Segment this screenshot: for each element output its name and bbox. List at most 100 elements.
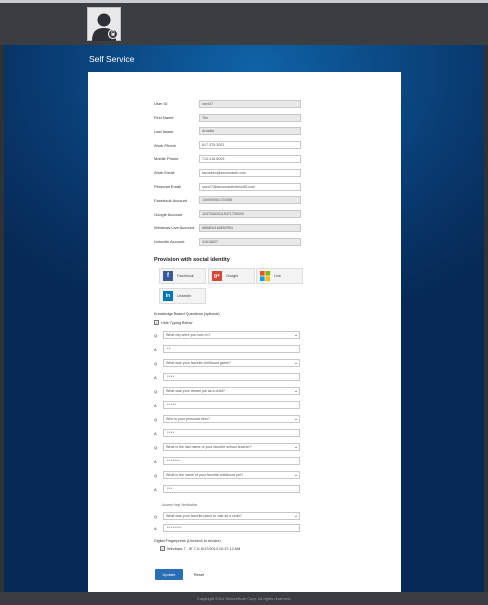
kba-question-select[interactable]: What is the last name of your favorite s… — [163, 443, 300, 451]
kba-answer-input[interactable]: ***** — [163, 401, 300, 409]
special-question-select[interactable]: What was your favorite place to visit as… — [163, 512, 300, 520]
question-text: What was your favorite place to visit as… — [166, 514, 242, 518]
field-row: Windows Live Account 6f6683c1b5692994 — [154, 222, 374, 234]
q-prefix: Q — [154, 360, 158, 366]
kba-answer-input[interactable]: **** — [163, 429, 300, 437]
footer: Copyright 2014 SecureAuth Corp. All righ… — [0, 592, 488, 605]
field-label: Google Account — [154, 211, 183, 217]
kba-answer-row: A **** — [154, 373, 300, 381]
special-answer-row: A ******** — [154, 524, 300, 532]
kba-question-row: Q What is the last name of your favorite … — [154, 443, 300, 451]
kba-question-select[interactable]: What city were you born in? ⌄ — [163, 331, 300, 339]
kba-question-row: Q What was your dream job as a child? ⌄ — [154, 387, 300, 395]
facebook-account-field: 100009061724386 — [199, 196, 301, 205]
live-label: Live — [274, 274, 281, 278]
field-row: Google Account 103754634115371758309 — [154, 208, 374, 220]
chevron-down-icon: ⌄ — [293, 416, 299, 422]
kba-answer-input[interactable]: ** — [163, 345, 300, 353]
chevron-down-icon: ⌄ — [293, 388, 299, 394]
page-title: Self Service — [89, 54, 135, 64]
live-button[interactable]: Live — [256, 268, 303, 284]
linkedin-icon: in — [163, 291, 173, 301]
self-service-panel: User ID user27 First Name Tim Last Name Arc… — [88, 72, 401, 592]
field-row: First Name Tim — [154, 112, 374, 124]
a-prefix: A — [154, 525, 157, 531]
kba-question-row: Q What is the name of your favorite child… — [154, 471, 300, 479]
fingerprints-title: Digital Fingerprints (Uncheck to revoke) — [154, 539, 221, 543]
q-prefix: Q — [154, 472, 158, 478]
work-email-field[interactable]: farcadien@secureauth.com — [199, 168, 301, 177]
kba-answer-input[interactable]: **** — [163, 373, 300, 381]
kba-answer-input[interactable]: ******* — [163, 457, 300, 465]
field-label: Personal Email — [154, 184, 181, 190]
a-prefix: A — [154, 346, 157, 352]
chevron-down-icon: ⌄ — [293, 360, 299, 366]
special-answer-input[interactable]: ******** — [163, 524, 300, 532]
a-prefix: A — [154, 458, 157, 464]
linkedin-account-field: 41618527 — [199, 237, 301, 246]
fingerprint-label: Windows 7 - IE 7.0: 6/17/2014 10:27:12 A… — [167, 546, 241, 551]
special-question-row: Q What was your favorite place to visit a… — [154, 512, 300, 520]
kba-question-select[interactable]: What is the name of your favorite childh… — [163, 471, 300, 479]
kba-question-row: Q Who is your personal hero? ⌄ — [154, 415, 300, 423]
fingerprint-checkbox[interactable]: ✓ — [160, 546, 165, 551]
first-name-field: Tim — [199, 113, 301, 122]
kba-question-select[interactable]: What was your dream job as a child? ⌄ — [163, 387, 300, 395]
kba-question-row: Q What city were you born in? ⌄ — [154, 331, 300, 339]
personal-email-field[interactable]: user27@secureauthdemo55.com — [199, 182, 301, 191]
facebook-icon: f — [163, 271, 173, 281]
work-phone-field[interactable]: 617-375-3002 — [199, 141, 301, 150]
a-prefix: A — [154, 486, 157, 492]
field-row: Personal Email user27@secureauthdemo55.co… — [154, 181, 374, 193]
left-edge — [0, 45, 4, 605]
windows-live-icon — [260, 271, 270, 281]
field-label: Last Name — [154, 128, 174, 134]
question-text: Who is your personal hero? — [166, 417, 210, 421]
field-label: First Name — [154, 115, 174, 121]
linkedin-label: LinkedIn — [177, 294, 192, 298]
hide-typing-row: ✓ Hide Typing Below — [154, 320, 192, 325]
question-text: What was your dream job as a child? — [166, 389, 225, 393]
a-prefix: A — [154, 402, 157, 408]
question-text: What is the last name of your favorite s… — [166, 445, 252, 449]
question-text: What is the name of your favorite childh… — [166, 473, 244, 477]
kba-question-select[interactable]: What was your favorite childhood game? ⌄ — [163, 359, 300, 367]
kba-answer-row: A *** — [154, 485, 300, 493]
avatar[interactable] — [87, 7, 121, 41]
google-account-field: 103754634115371758309 — [199, 210, 301, 219]
google-button[interactable]: g+ Google — [208, 268, 255, 284]
chevron-down-icon: ⌄ — [293, 513, 299, 519]
user-avatar-icon — [92, 13, 119, 41]
hide-typing-checkbox[interactable]: ✓ — [154, 320, 159, 325]
q-prefix: Q — [154, 332, 158, 338]
kba-answer-row: A ******* — [154, 457, 300, 465]
field-label: LinkedIn Account — [154, 239, 185, 245]
q-prefix: Q — [154, 416, 158, 422]
update-button[interactable]: Update — [155, 569, 183, 580]
kba-question-select[interactable]: Who is your personal hero? ⌄ — [163, 415, 300, 423]
field-row: Mobile Phone 714-418-6003 — [154, 153, 374, 165]
field-row: Last Name Arcadia — [154, 126, 374, 138]
user-id-field: user27 — [199, 99, 301, 108]
facebook-label: Facebook — [177, 274, 194, 278]
linkedin-button[interactable]: in LinkedIn — [159, 288, 206, 304]
fingerprint-item: ✓ Windows 7 - IE 7.0: 6/17/2014 10:27:12… — [160, 546, 240, 551]
google-plus-icon: g+ — [212, 271, 222, 281]
question-text: What city were you born in? — [166, 333, 211, 337]
last-name-field: Arcadia — [199, 127, 301, 136]
field-label: User ID — [154, 101, 168, 107]
special-question-label: Access Help Verification — [162, 503, 198, 507]
q-prefix: Q — [154, 388, 158, 394]
right-edge — [484, 45, 488, 605]
field-row: Work Email farcadien@secureauth.com — [154, 167, 374, 179]
kba-answer-input[interactable]: *** — [163, 485, 300, 493]
reset-button[interactable]: Reset — [187, 569, 211, 580]
field-label: Facebook Account — [154, 197, 187, 203]
facebook-button[interactable]: f Facebook — [159, 268, 206, 284]
field-row: Work Phone 617-375-3002 — [154, 139, 374, 151]
field-label: Work Phone — [154, 142, 176, 148]
question-text: What was your favorite childhood game? — [166, 361, 231, 365]
google-label: Google — [226, 274, 239, 278]
hide-typing-label: Hide Typing Below — [161, 320, 193, 325]
mobile-phone-field[interactable]: 714-418-6003 — [199, 154, 301, 163]
